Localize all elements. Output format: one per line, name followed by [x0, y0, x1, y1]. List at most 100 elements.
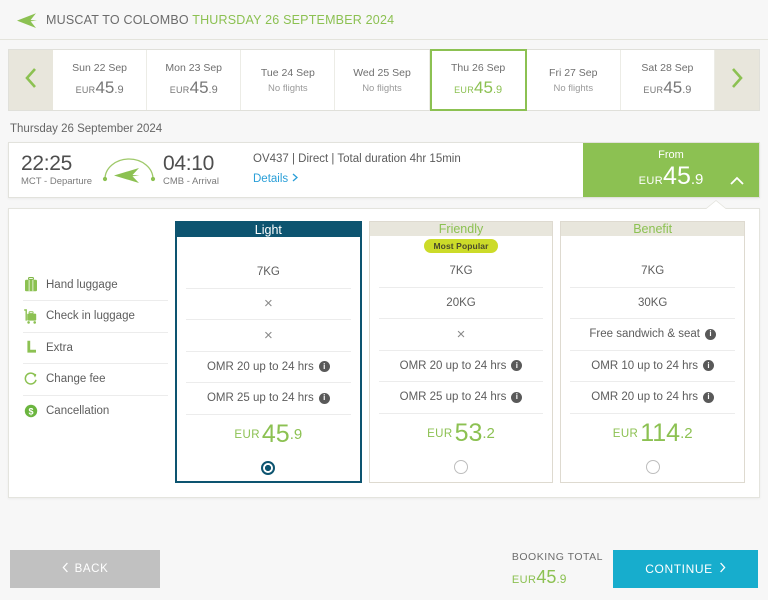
flight-details-link[interactable]: Details: [253, 173, 299, 185]
date-cell-price: EUR45.9: [643, 78, 692, 97]
date-cell-day: Mon 23 Sep: [165, 62, 223, 74]
date-cell-2[interactable]: Tue 24 Sep No flights: [241, 50, 336, 110]
fare-price: EUR 114.2: [612, 419, 693, 447]
info-icon[interactable]: i: [704, 328, 716, 340]
fare-price: EUR 53.2: [427, 419, 495, 447]
prev-days-button[interactable]: [9, 50, 53, 110]
date-cell-price: EUR45.9: [454, 78, 503, 97]
fare-body: Most Popular 7KG 20KG × OMR 20 up to 24 …: [370, 236, 553, 488]
chevron-right-icon: [292, 173, 299, 185]
fare-cell-cancellation: OMR 25 up to 24 hrs i: [186, 383, 351, 415]
arrival-airport: CMB - Arrival: [163, 175, 219, 187]
departure-block: 22:25 MCT - Departure: [21, 153, 95, 187]
fare-cell-change-fee: OMR 20 up to 24 hrs i: [378, 351, 544, 382]
route-header: MUSCAT TO COLOMBO THURSDAY 26 SEPTEMBER …: [0, 0, 768, 40]
flight-meta: OV437 | Direct | Total duration 4hr 15mi…: [253, 153, 461, 165]
most-popular-badge: Most Popular: [424, 239, 498, 253]
continue-button[interactable]: CONTINUE: [613, 550, 758, 588]
fare-cell-change-fee: OMR 10 up to 24 hrs i: [570, 351, 736, 382]
luggage-cart-icon: [23, 308, 38, 325]
badge-slot: [570, 236, 735, 256]
info-icon[interactable]: i: [511, 360, 523, 372]
info-icon[interactable]: i: [318, 361, 330, 373]
fare-name: Friendly: [369, 222, 553, 236]
back-button[interactable]: BACK: [10, 550, 160, 588]
date-cell-day: Sat 28 Sep: [641, 62, 694, 74]
fare-radio-light[interactable]: [261, 460, 276, 475]
booking-total-amount: EUR45.9: [511, 566, 567, 587]
fare-select-row: [186, 455, 351, 481]
amenity-label-column: Hand luggage Check in luggage Extra Chan…: [23, 221, 168, 483]
back-button-label: BACK: [74, 563, 109, 575]
flight-row[interactable]: 22:25 MCT - Departure 04:10 CMB - Arriva…: [8, 142, 760, 198]
cross-icon: ×: [263, 326, 273, 344]
fare-comparison-panel: Hand luggage Check in luggage Extra Chan…: [8, 208, 760, 498]
fare-cell-text: OMR 25 up to 24 hrs: [206, 392, 314, 405]
flight-arc-icon: [99, 155, 159, 185]
booking-total-label: BOOKING TOTAL: [511, 550, 603, 563]
fare-cell-extra: ×: [186, 320, 351, 352]
info-icon[interactable]: i: [511, 391, 523, 403]
arrival-block: 04:10 CMB - Arrival: [163, 153, 237, 187]
amenity-label: Check in luggage: [46, 310, 135, 323]
fare-body: 7KG × × OMR 20 up to 24 hrs i OMR 25 up …: [177, 237, 360, 489]
fare-radio-friendly[interactable]: [454, 459, 468, 474]
fare-cell-text: OMR 20 up to 24 hrs: [399, 359, 507, 372]
fare-cell-text: OMR 20 up to 24 hrs: [206, 360, 314, 373]
fare-cell-text: 7KG: [256, 266, 280, 279]
route-date: THURSDAY 26 SEPTEMBER 2024: [192, 12, 395, 27]
flight-details-label: Details: [253, 173, 289, 185]
fare-cell-cancellation: OMR 20 up to 24 hrs i: [570, 382, 736, 414]
date-cell-1[interactable]: Mon 23 Sep EUR45.9: [147, 50, 242, 110]
fare-cell-text: OMR 20 up to 24 hrs: [591, 391, 699, 404]
fare-name: Benefit: [561, 222, 745, 236]
fare-panel-section: Hand luggage Check in luggage Extra Chan…: [0, 198, 768, 498]
date-cell-5[interactable]: Fri 27 Sep No flights: [526, 50, 621, 110]
date-cell-price: EUR45.9: [75, 78, 124, 97]
fare-cell-hand-luggage: 7KG: [570, 256, 736, 288]
seat-icon: [23, 339, 38, 356]
amenity-row-check-in-luggage: Check in luggage: [23, 301, 168, 333]
next-days-button[interactable]: [714, 50, 759, 110]
badge-slot: [186, 237, 351, 257]
amenity-label: Hand luggage: [46, 278, 118, 291]
selected-day-label: Thursday 26 September 2024: [10, 123, 163, 135]
footer-bar: BACK BOOKING TOTAL EUR45.9 CONTINUE: [0, 538, 768, 600]
date-cell-0[interactable]: Sun 22 Sep EUR45.9: [53, 50, 148, 110]
date-cell-day: Thu 26 Sep: [450, 62, 506, 74]
fare-body: 7KG 30KG Free sandwich & seat i OMR 10 u…: [561, 236, 744, 488]
date-cell-no-flights: No flights: [362, 82, 402, 94]
fare-cell-change-fee: OMR 20 up to 24 hrs i: [186, 352, 351, 383]
date-cell-day: Sun 22 Sep: [72, 62, 128, 74]
info-icon[interactable]: i: [703, 360, 715, 372]
fare-cell-extra: ×: [378, 319, 544, 351]
fare-column-benefit[interactable]: Benefit 7KG 30KG Free sandwich & seat i …: [560, 221, 746, 483]
info-icon[interactable]: i: [703, 391, 715, 403]
date-cell-price: EUR45.9: [169, 78, 218, 97]
fare-cell-extra: Free sandwich & seat i: [570, 319, 736, 351]
fare-cell-text: 7KG: [641, 265, 665, 278]
fare-column-friendly[interactable]: Friendly Most Popular 7KG 20KG × OMR 20 …: [368, 221, 554, 483]
date-cell-no-flights: No flights: [553, 82, 594, 94]
info-icon[interactable]: i: [318, 392, 330, 404]
amenity-label: Cancellation: [46, 405, 110, 418]
flight-row-summary: 22:25 MCT - Departure 04:10 CMB - Arriva…: [9, 143, 583, 197]
fare-cell-cancellation: OMR 25 up to 24 hrs i: [378, 382, 544, 414]
airplane-icon: [16, 11, 38, 29]
date-cell-4-selected[interactable]: Thu 26 Sep EUR45.9: [429, 49, 527, 111]
fare-select-row: [570, 454, 735, 480]
date-cell-3[interactable]: Wed 25 Sep No flights: [335, 50, 430, 110]
amenity-row-change-fee: Change fee: [23, 364, 168, 396]
continue-button-label: CONTINUE: [645, 562, 713, 576]
fare-cell-text: 20KG: [446, 296, 476, 309]
fare-radio-benefit[interactable]: [645, 459, 660, 474]
flight-price-toggle[interactable]: From EUR45.9: [583, 143, 759, 197]
fare-cell-check-in-luggage: 20KG: [378, 288, 544, 319]
fare-column-light[interactable]: Light 7KG × × OMR 20 up to 24 hrs i OMR …: [175, 221, 362, 483]
fare-name: Light: [177, 223, 360, 237]
fare-cell-text: Free sandwich & seat: [589, 328, 700, 341]
chevron-right-icon: [719, 562, 726, 576]
date-strip-section: Sun 22 Sep EUR45.9 Mon 23 Sep EUR45.9 Tu…: [0, 40, 768, 111]
date-cell-6[interactable]: Sat 28 Sep EUR45.9: [620, 50, 715, 110]
fare-cell-hand-luggage: 7KG: [186, 257, 351, 289]
